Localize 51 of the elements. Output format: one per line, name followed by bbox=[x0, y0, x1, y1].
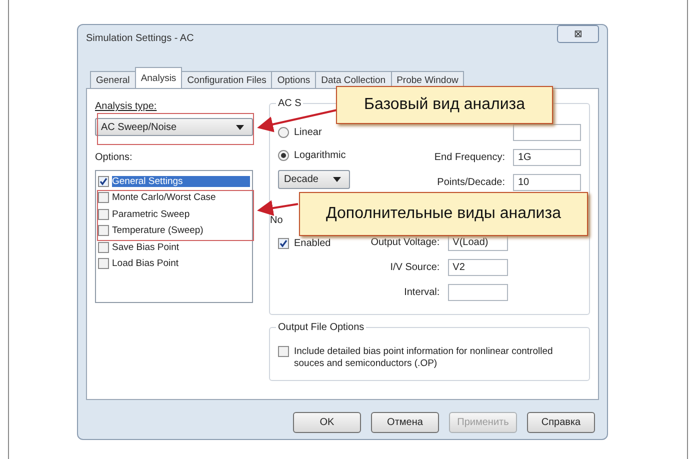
radio-label: Logarithmic bbox=[294, 150, 346, 161]
radio-button[interactable] bbox=[278, 150, 289, 161]
tab[interactable]: Options bbox=[271, 71, 316, 88]
options-list-item[interactable]: Parametric Sweep bbox=[98, 206, 250, 222]
input-field[interactable]: 1G bbox=[513, 149, 581, 166]
radio-button[interactable] bbox=[278, 127, 289, 138]
group-title: Output File Options bbox=[276, 322, 366, 333]
options-label: Options: bbox=[95, 152, 134, 163]
tab[interactable]: Configuration Files bbox=[181, 71, 272, 88]
window-title: Simulation Settings - AC bbox=[86, 32, 194, 44]
checkbox[interactable] bbox=[278, 238, 289, 249]
field-label: Interval: bbox=[404, 287, 440, 298]
field-label: Output Voltage: bbox=[370, 237, 440, 248]
checkbox[interactable] bbox=[98, 192, 109, 204]
tab[interactable]: Data Collection bbox=[315, 71, 392, 88]
checkbox[interactable] bbox=[98, 258, 109, 270]
dialog-button[interactable]: Отмена bbox=[371, 412, 439, 433]
tab[interactable]: Analysis bbox=[134, 67, 182, 88]
options-list-item[interactable]: Load Bias Point bbox=[98, 256, 250, 272]
checkbox[interactable] bbox=[98, 242, 109, 253]
tab[interactable]: General bbox=[90, 71, 136, 88]
options-list-item[interactable]: Temperature (Sweep) bbox=[98, 222, 250, 239]
checkbox-label: Include detailed bias point information for nonlinear controlled souces and semiconductors (.OP) bbox=[294, 346, 554, 370]
field-label: I/V Source: bbox=[390, 262, 440, 273]
input-field[interactable]: V2 bbox=[448, 259, 508, 276]
radio-label: Linear bbox=[294, 127, 322, 138]
input-field[interactable] bbox=[513, 124, 581, 141]
scale-dropdown[interactable]: Decade bbox=[278, 170, 350, 189]
callout: Дополнительные виды анализа bbox=[299, 192, 588, 236]
caret-icon bbox=[333, 177, 341, 182]
field-label: Points/Decade: bbox=[437, 177, 505, 188]
input-field[interactable] bbox=[448, 284, 508, 301]
close-button[interactable]: ⊠ bbox=[557, 25, 599, 43]
checkbox[interactable] bbox=[98, 176, 109, 187]
arrow bbox=[257, 200, 298, 216]
group-title: No bbox=[270, 215, 283, 226]
checkbox-label: Enabled bbox=[294, 238, 331, 249]
field-label: End Frequency: bbox=[434, 152, 505, 163]
checkbox[interactable] bbox=[278, 346, 289, 357]
dialog-button[interactable]: Справка bbox=[527, 412, 595, 433]
analysis-type-dropdown[interactable]: AC Sweep/Noise bbox=[95, 118, 253, 136]
options-list-item[interactable]: Save Bias Point bbox=[98, 239, 250, 256]
options-list-item[interactable]: Monte Carlo/Worst Case bbox=[98, 190, 250, 206]
input-field[interactable]: 10 bbox=[513, 174, 581, 191]
checkbox[interactable] bbox=[98, 208, 109, 220]
callout: Базовый вид анализа bbox=[336, 86, 553, 124]
caret-icon bbox=[236, 124, 244, 130]
dialog-button[interactable]: OK bbox=[293, 412, 361, 433]
analysis-type-label: Analysis type: bbox=[95, 101, 158, 112]
checkbox[interactable] bbox=[98, 225, 109, 236]
group-title: AC S bbox=[276, 98, 304, 109]
